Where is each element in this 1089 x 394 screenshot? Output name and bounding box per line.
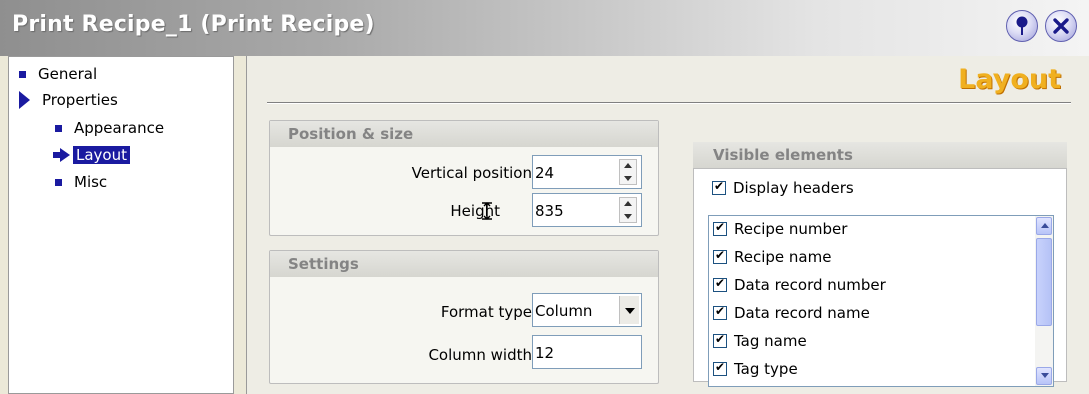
group-title: Position & size bbox=[270, 121, 658, 147]
tree-item-label: Layout bbox=[73, 146, 130, 164]
settings-group: Settings Format type Column Column width… bbox=[269, 250, 659, 384]
height-value: 835 bbox=[535, 202, 564, 220]
list-item-label: Recipe name bbox=[734, 248, 832, 266]
column-width-label: Column width bbox=[428, 346, 532, 364]
list-item-label: Data record name bbox=[734, 304, 870, 322]
group-title: Visible elements bbox=[693, 142, 1067, 168]
close-icon bbox=[1053, 18, 1069, 34]
vertical-position-label: Vertical position bbox=[411, 164, 532, 182]
height-resize-icon bbox=[482, 202, 492, 220]
format-type-select[interactable]: Column bbox=[532, 293, 642, 327]
format-type-label: Format type bbox=[440, 303, 532, 321]
column-width-field[interactable]: 12 bbox=[532, 335, 642, 369]
vertical-position-field[interactable]: 24 bbox=[532, 155, 642, 189]
tree-item-general[interactable]: General bbox=[19, 65, 97, 83]
properties-panel: Layout Position & size Vertical position… bbox=[246, 56, 1089, 394]
height-stepper[interactable] bbox=[619, 197, 637, 223]
bullet-icon bbox=[55, 124, 62, 132]
checkbox-checked-icon bbox=[712, 179, 726, 195]
tree-item-misc[interactable]: Misc bbox=[55, 173, 107, 191]
chevron-down-icon[interactable] bbox=[619, 296, 639, 324]
scroll-thumb[interactable] bbox=[1036, 238, 1052, 326]
list-item[interactable]: Recipe number bbox=[713, 220, 847, 238]
visible-elements-list[interactable]: Recipe number Recipe name Data record nu… bbox=[708, 215, 1054, 387]
position-size-group: Position & size Vertical position 24 Hei… bbox=[269, 120, 659, 236]
display-headers-label: Display headers bbox=[733, 179, 854, 197]
tree-item-label: General bbox=[38, 65, 98, 83]
checkbox-checked-icon bbox=[713, 360, 727, 376]
checkbox-checked-icon bbox=[713, 248, 727, 264]
list-item-label: Recipe number bbox=[734, 220, 848, 238]
list-item[interactable]: Tag name bbox=[713, 332, 807, 350]
expanded-triangle-icon bbox=[19, 91, 30, 109]
window-title: Print Recipe_1 (Print Recipe) bbox=[12, 12, 375, 37]
list-item[interactable]: Recipe name bbox=[713, 248, 831, 266]
visible-elements-box: Display headers Recipe number Recipe nam… bbox=[693, 168, 1067, 387]
display-headers-checkbox[interactable]: Display headers bbox=[712, 179, 854, 197]
list-item-label: Tag type bbox=[734, 360, 798, 378]
navigation-tree: General Properties Appearance Layout Mis… bbox=[8, 56, 234, 394]
checkbox-checked-icon bbox=[713, 220, 727, 236]
tree-item-label: Appearance bbox=[74, 119, 165, 137]
vertical-scrollbar[interactable] bbox=[1035, 216, 1053, 386]
tree-item-label: Properties bbox=[42, 91, 118, 109]
checkbox-checked-icon bbox=[713, 304, 727, 320]
selected-arrow-icon bbox=[53, 148, 71, 162]
list-item-label: Tag name bbox=[734, 332, 807, 350]
format-type-value: Column bbox=[535, 302, 593, 320]
scroll-up-button[interactable] bbox=[1036, 217, 1052, 235]
bullet-icon bbox=[19, 70, 26, 78]
close-button[interactable] bbox=[1045, 10, 1077, 42]
tree-item-layout[interactable]: Layout bbox=[53, 146, 130, 164]
height-field[interactable]: 835 bbox=[532, 193, 642, 227]
group-title: Settings bbox=[270, 251, 658, 277]
title-bar: Print Recipe_1 (Print Recipe) bbox=[0, 0, 1089, 56]
list-item[interactable]: Tag type bbox=[713, 360, 798, 378]
tree-item-appearance[interactable]: Appearance bbox=[55, 119, 164, 137]
divider bbox=[267, 102, 1071, 104]
checkbox-checked-icon bbox=[713, 332, 727, 348]
list-item[interactable]: Data record name bbox=[713, 304, 870, 322]
vertical-position-stepper[interactable] bbox=[619, 159, 637, 185]
tree-item-label: Misc bbox=[74, 173, 108, 191]
vertical-position-value: 24 bbox=[535, 164, 555, 182]
page-title: Layout bbox=[958, 64, 1061, 95]
list-item[interactable]: Data record number bbox=[713, 276, 886, 294]
column-width-value: 12 bbox=[535, 344, 555, 362]
list-item-label: Data record number bbox=[734, 276, 886, 294]
bullet-icon bbox=[55, 178, 62, 186]
tree-item-properties[interactable]: Properties bbox=[19, 91, 118, 109]
pin-icon bbox=[1016, 16, 1028, 35]
checkbox-checked-icon bbox=[713, 276, 727, 292]
pin-button[interactable] bbox=[1006, 10, 1038, 42]
scroll-down-button[interactable] bbox=[1036, 367, 1052, 385]
